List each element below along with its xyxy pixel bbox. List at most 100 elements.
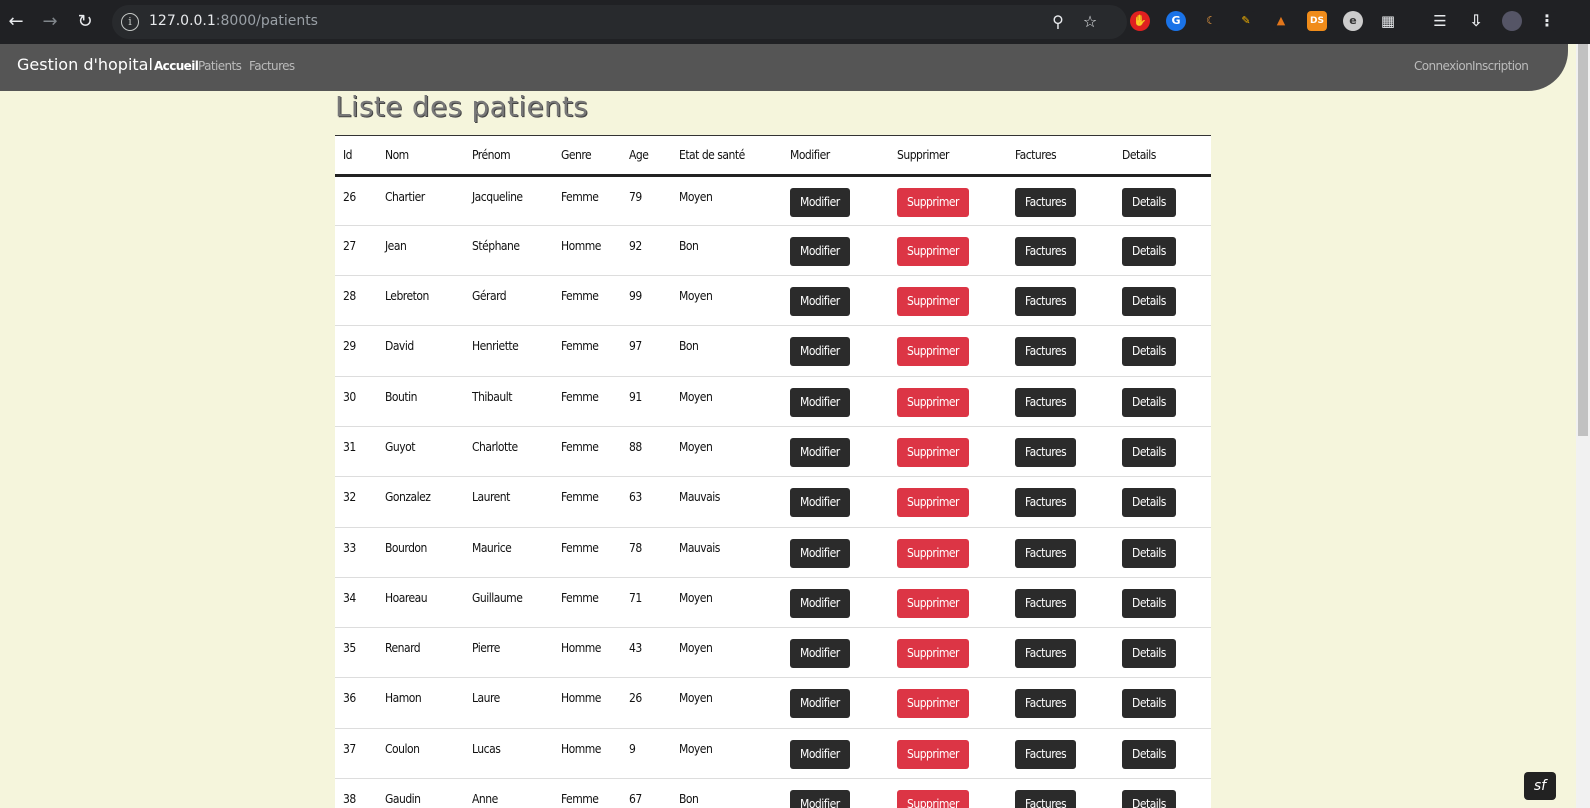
supprimer-button[interactable]: Supprimer [897, 588, 969, 618]
extension-pen-icon[interactable]: ✎ [1236, 11, 1256, 31]
details-button[interactable]: Details [1122, 187, 1176, 217]
browser-menu-icon[interactable]: ⋮ [1537, 11, 1557, 31]
cell-nom: Jean [385, 238, 407, 253]
supprimer-button[interactable]: Supprimer [897, 488, 969, 518]
modifier-button[interactable]: Modifier [790, 437, 850, 467]
cell-prenom: Anne [472, 792, 498, 807]
cell-age: 71 [629, 590, 642, 605]
factures-button[interactable]: Factures [1015, 187, 1077, 217]
cell-prenom: Charlotte [472, 439, 518, 454]
modifier-button[interactable]: Modifier [790, 689, 850, 719]
supprimer-button[interactable]: Supprimer [897, 287, 969, 317]
back-arrow-icon[interactable]: ← [4, 10, 28, 34]
cell-modifier: Modifier [782, 326, 889, 376]
modifier-button[interactable]: Modifier [790, 387, 850, 417]
symfony-debug-icon[interactable]: sf [1524, 772, 1556, 800]
cell-modifier: Modifier [782, 527, 889, 577]
cell-details: Details [1114, 326, 1211, 376]
cell-etat: Moyen [679, 189, 713, 204]
supprimer-button[interactable]: Supprimer [897, 236, 969, 266]
factures-button[interactable]: Factures [1015, 488, 1077, 518]
details-button[interactable]: Details [1122, 387, 1176, 417]
cell-modifier: Modifier [782, 779, 889, 808]
factures-button[interactable]: Factures [1015, 739, 1077, 769]
details-button[interactable]: Details [1122, 790, 1176, 808]
extension-circle-icon[interactable]: e [1343, 11, 1363, 31]
nav-link-factures[interactable]: Factures [249, 59, 295, 73]
media-queue-icon[interactable]: ☰ [1430, 11, 1450, 31]
cell-id: 32 [343, 490, 356, 505]
modifier-button[interactable]: Modifier [790, 538, 850, 568]
download-icon[interactable]: ⇩ [1466, 11, 1486, 31]
modifier-button[interactable]: Modifier [790, 287, 850, 317]
details-button[interactable]: Details [1122, 488, 1176, 518]
factures-button[interactable]: Factures [1015, 588, 1077, 618]
modifier-button[interactable]: Modifier [790, 588, 850, 618]
factures-button[interactable]: Factures [1015, 437, 1077, 467]
factures-button[interactable]: Factures [1015, 387, 1077, 417]
cell-supprimer: Supprimer [889, 779, 1007, 808]
cell-id: 33 [343, 540, 356, 555]
factures-button[interactable]: Factures [1015, 236, 1077, 266]
nav-link-connexion[interactable]: Connexion [1414, 59, 1473, 73]
supprimer-button[interactable]: Supprimer [897, 538, 969, 568]
modifier-button[interactable]: Modifier [790, 739, 850, 769]
details-button[interactable]: Details [1122, 739, 1176, 769]
modifier-button[interactable]: Modifier [790, 337, 850, 367]
url-text[interactable]: 127.0.0.1:8000/patients [149, 13, 318, 29]
supprimer-button[interactable]: Supprimer [897, 387, 969, 417]
extension-orange-icon[interactable]: ☾ [1201, 11, 1221, 31]
brand-title[interactable]: Gestion d'hopital [17, 55, 153, 74]
cell-factures: Factures [1007, 276, 1114, 326]
cell-prenom: Stéphane [472, 238, 520, 253]
modifier-button[interactable]: Modifier [790, 488, 850, 518]
nav-link-accueil[interactable]: Accueil [154, 59, 199, 73]
extension-ds-icon[interactable]: DS [1307, 11, 1327, 31]
factures-button[interactable]: Factures [1015, 639, 1077, 669]
extension-blue-icon[interactable]: G [1166, 11, 1186, 31]
site-info-icon[interactable]: i [121, 13, 139, 31]
supprimer-button[interactable]: Supprimer [897, 437, 969, 467]
factures-button[interactable]: Factures [1015, 337, 1077, 367]
details-button[interactable]: Details [1122, 639, 1176, 669]
supprimer-button[interactable]: Supprimer [897, 739, 969, 769]
profile-avatar-icon[interactable] [1502, 11, 1522, 31]
factures-button[interactable]: Factures [1015, 538, 1077, 568]
cell-prenom: Gérard [472, 289, 507, 304]
details-button[interactable]: Details [1122, 689, 1176, 719]
factures-button[interactable]: Factures [1015, 689, 1077, 719]
forward-arrow-icon[interactable]: → [38, 10, 62, 34]
factures-button[interactable]: Factures [1015, 287, 1077, 317]
metamask-fox-icon[interactable]: ▲ [1271, 11, 1291, 31]
modifier-button[interactable]: Modifier [790, 790, 850, 808]
factures-button[interactable]: Factures [1015, 790, 1077, 808]
details-button[interactable]: Details [1122, 287, 1176, 317]
reload-icon[interactable]: ↻ [73, 10, 97, 34]
extension-hand-icon[interactable]: ✋ [1130, 11, 1150, 31]
supprimer-button[interactable]: Supprimer [897, 790, 969, 808]
modifier-button[interactable]: Modifier [790, 187, 850, 217]
cell-genre: Femme [561, 289, 599, 304]
details-button[interactable]: Details [1122, 337, 1176, 367]
extensions-puzzle-icon[interactable]: ▦ [1378, 11, 1398, 31]
supprimer-button[interactable]: Supprimer [897, 337, 969, 367]
cell-modifier: Modifier [782, 175, 889, 225]
scrollbar-thumb[interactable] [1578, 44, 1588, 436]
cell-supprimer: Supprimer [889, 225, 1007, 275]
cell-details: Details [1114, 175, 1211, 225]
bookmark-star-icon[interactable]: ☆ [1080, 12, 1100, 32]
details-button[interactable]: Details [1122, 588, 1176, 618]
supprimer-button[interactable]: Supprimer [897, 187, 969, 217]
modifier-button[interactable]: Modifier [790, 236, 850, 266]
zoom-icon[interactable]: ⚲ [1048, 12, 1068, 32]
details-button[interactable]: Details [1122, 437, 1176, 467]
supprimer-button[interactable]: Supprimer [897, 639, 969, 669]
supprimer-button[interactable]: Supprimer [897, 689, 969, 719]
details-button[interactable]: Details [1122, 236, 1176, 266]
page-scrollbar[interactable] [1576, 44, 1590, 808]
modifier-button[interactable]: Modifier [790, 639, 850, 669]
address-bar[interactable]: i 127.0.0.1:8000/patients ⚲ ☆ [112, 5, 1127, 39]
details-button[interactable]: Details [1122, 538, 1176, 568]
nav-link-patients[interactable]: Patients [198, 59, 242, 73]
nav-link-inscription[interactable]: Inscription [1472, 59, 1529, 73]
